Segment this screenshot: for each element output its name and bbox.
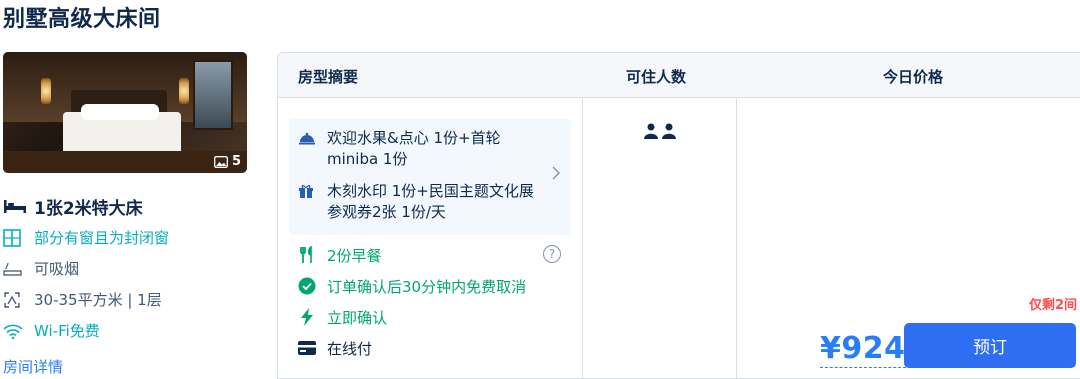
price: ¥924 [820,331,906,368]
bed-label: 1张2米特大床 [34,198,143,219]
smoking-label: 可吸烟 [34,260,80,278]
chevron-right-icon [552,166,560,180]
gift-icon [298,183,318,223]
bed-icon [3,196,27,216]
feature-window: 部分有窗且为封闭窗 [3,222,263,253]
feature-wifi: Wi-Fi免费 [3,315,263,346]
guest-capacity [644,123,676,139]
service-text: 2份早餐 [327,246,382,265]
header-price: 今日价格 [883,68,944,86]
room-photo[interactable]: 5 [3,52,247,173]
photo-window [193,60,233,130]
header-guests: 可住人数 [626,68,687,86]
column-divider [736,98,737,379]
header-summary: 房型摘要 [298,68,359,86]
cigarette-icon [3,259,27,279]
feature-area: 30-35平方米 | 1层 [3,284,263,315]
gift-item: 欢迎水果&点心 1份+首轮miniba 1份 [298,128,543,170]
service-text: 订单确认后30分钟内免费取消 [327,277,527,296]
gift-text: 木刻水印 1份+民国主题文化展参观券2张 1份/天 [327,182,534,221]
check-circle-icon [298,277,316,295]
room-card: 别墅高级大床间 5 1张2米特大床 部分有窗且为封闭窗 可吸烟 30-35平方米… [0,0,1080,379]
photo-pillow [81,104,159,120]
photo-count-badge: 5 [214,154,241,169]
feature-bed: 1张2米特大床 [3,190,263,222]
gift-text: 欢迎水果&点心 1份+首轮miniba 1份 [327,129,501,168]
photo-lamp [179,78,189,104]
room-features: 1张2米特大床 部分有窗且为封闭窗 可吸烟 30-35平方米 | 1层 Wi-F… [3,190,263,346]
wifi-icon [3,321,27,341]
help-icon[interactable]: ? [543,245,561,263]
book-button[interactable]: 预订 [904,323,1076,368]
window-label: 部分有窗且为封闭窗 [34,229,170,247]
photo-count: 5 [231,154,241,169]
gift-item: 木刻水印 1份+民国主题文化展参观券2张 1份/天 [298,181,543,223]
photo-floor [3,151,247,173]
feature-smoking: 可吸烟 [3,253,263,284]
fork-knife-icon [298,246,316,264]
service-instant: 立即确认 [298,305,387,329]
food-cloche-icon [298,130,318,170]
person-icon [662,123,676,139]
rooms-remaining: 仅剩2间 [1028,298,1077,313]
image-icon [214,155,228,168]
lightning-icon [298,308,316,326]
service-breakfast: 2份早餐 [298,243,382,267]
room-detail-link[interactable]: 房间详情 [3,356,63,377]
service-text: 在线付 [327,339,373,358]
service-cancel: 订单确认后30分钟内免费取消 [298,274,526,298]
area-label: 30-35平方米 | 1层 [34,291,162,309]
area-icon [3,290,27,310]
photo-lamp [41,78,51,104]
window-icon [3,228,27,248]
column-divider [582,98,583,379]
service-text: 立即确认 [327,308,388,327]
room-title: 别墅高级大床间 [3,7,161,32]
service-payment: 在线付 [298,336,372,360]
wifi-label: Wi-Fi免费 [34,322,100,340]
package-gifts[interactable]: 欢迎水果&点心 1份+首轮miniba 1份 木刻水印 1份+民国主题文化展参观… [289,119,571,235]
table-header: 房型摘要 可住人数 今日价格 [278,53,1080,98]
person-icon [644,123,658,139]
credit-card-icon [298,339,316,357]
